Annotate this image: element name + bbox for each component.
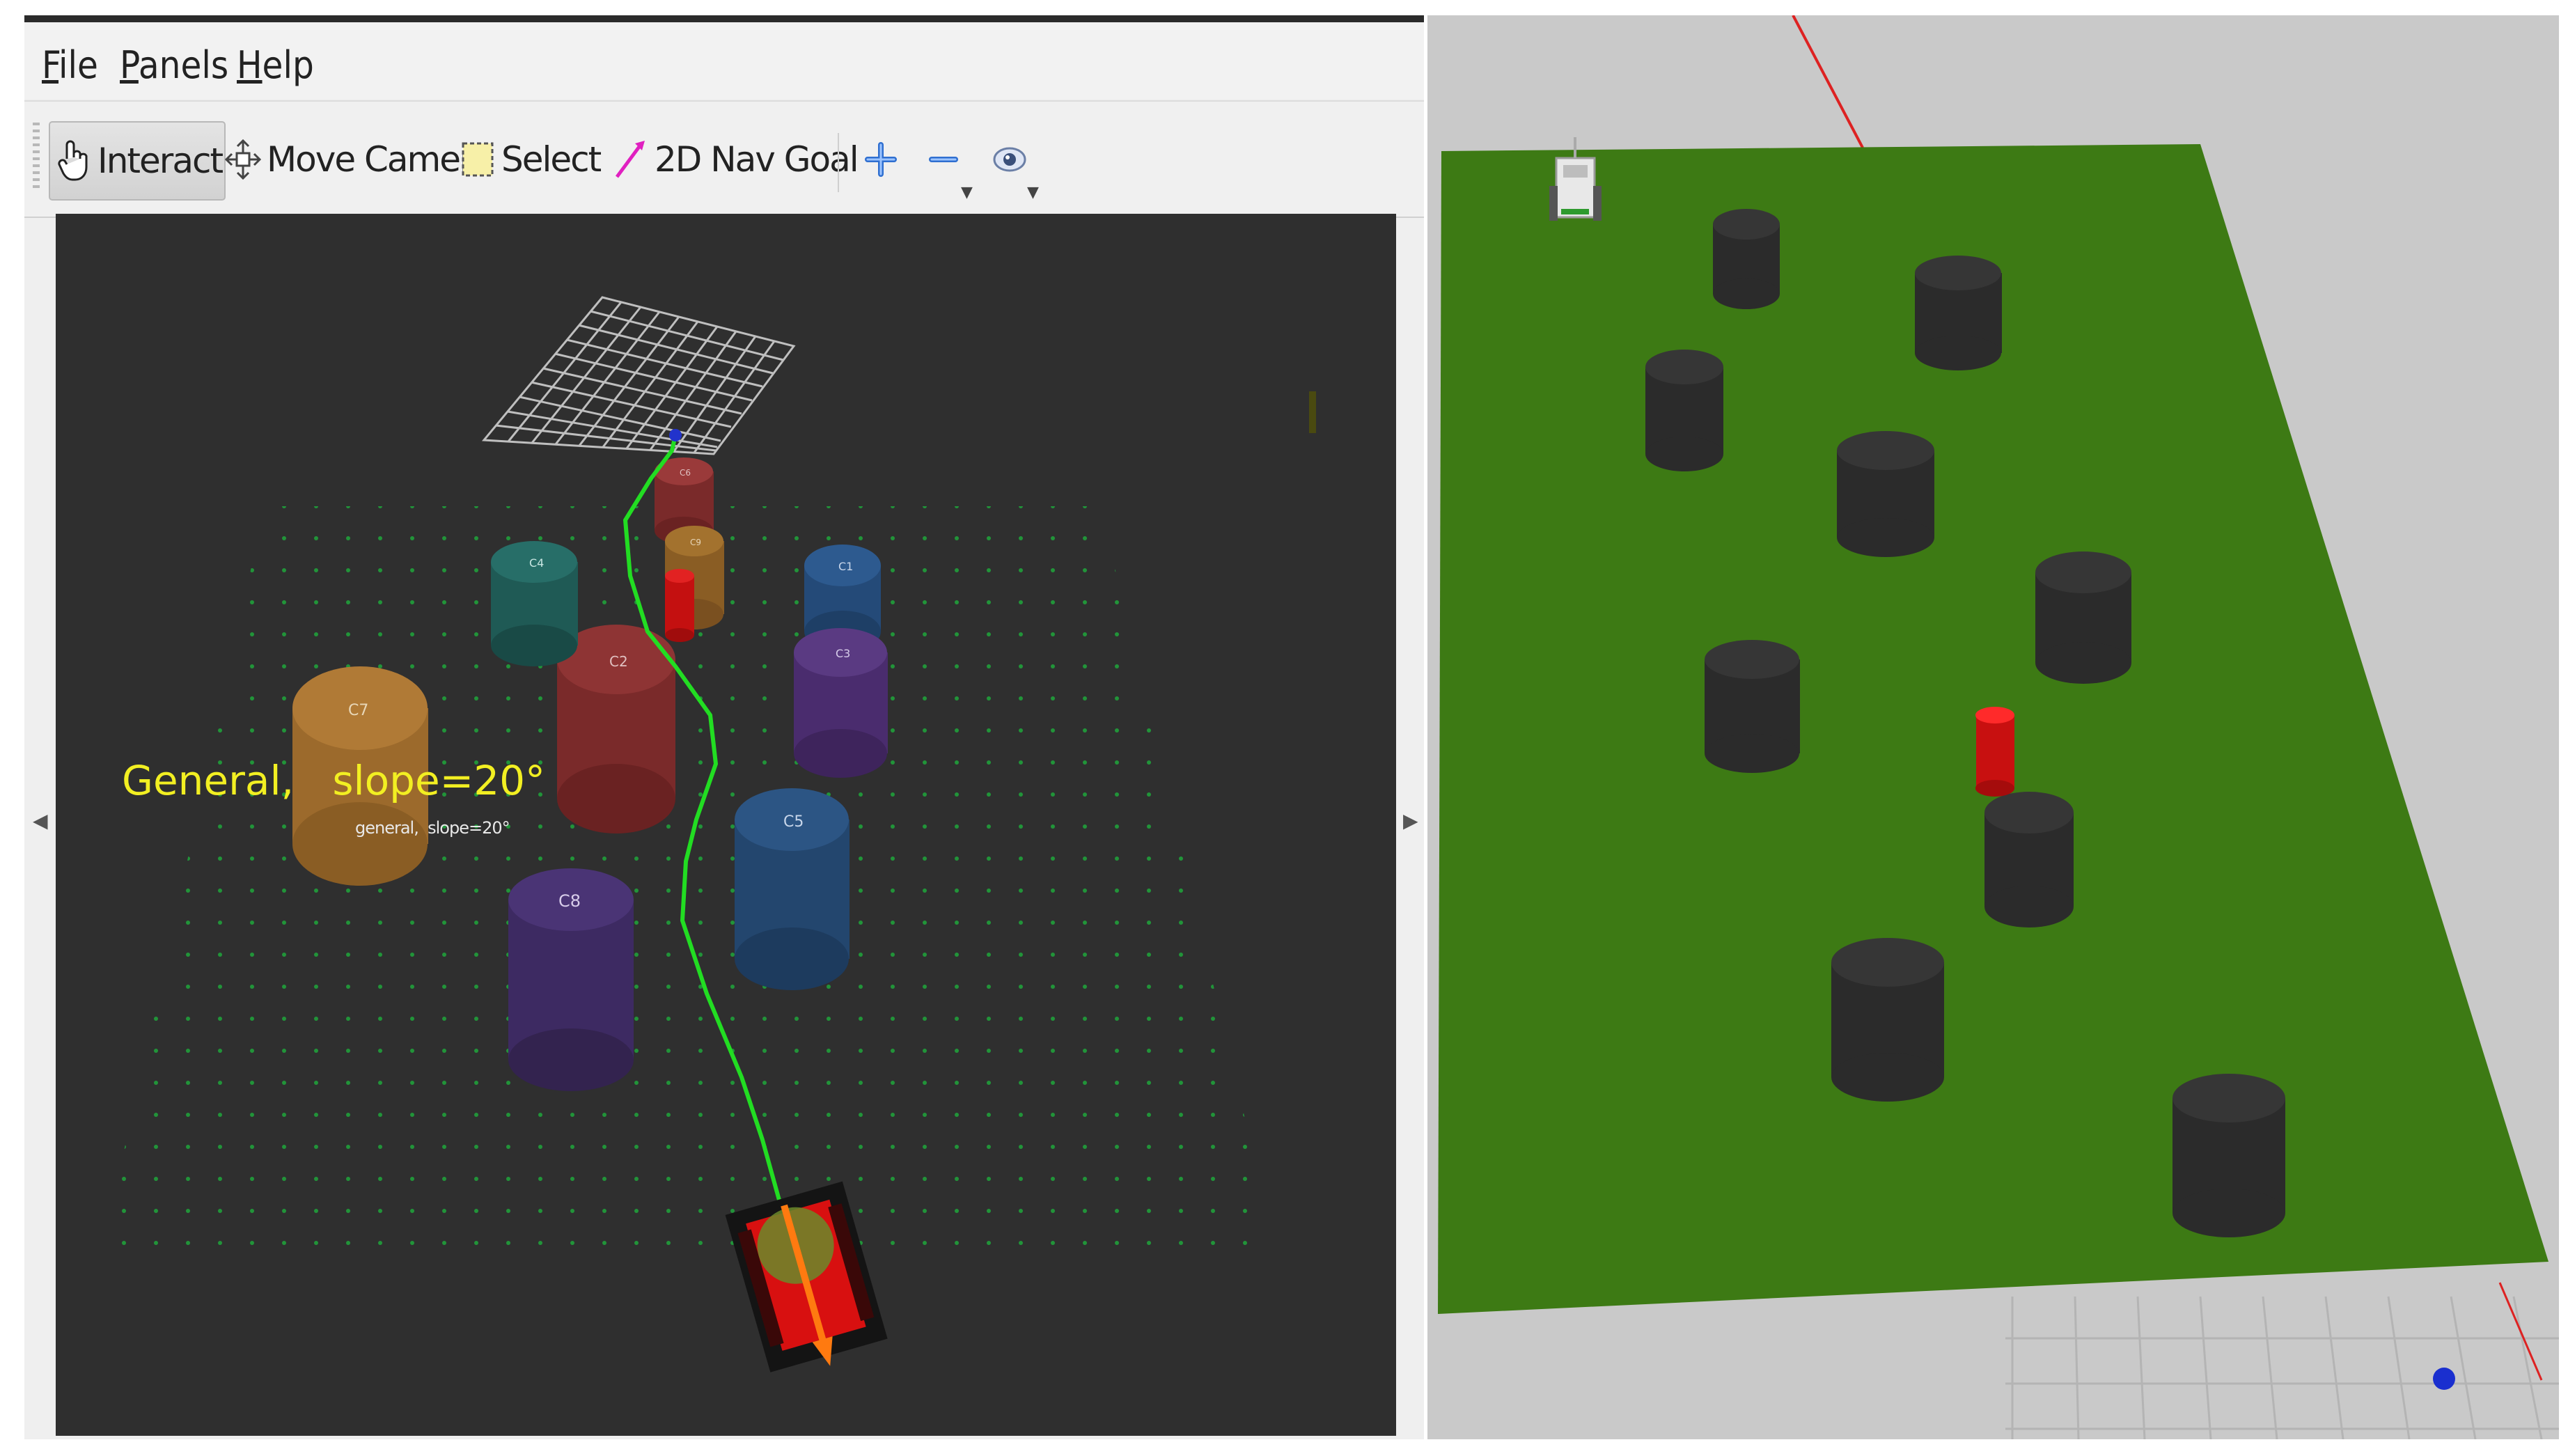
add-tool-button[interactable] bbox=[863, 121, 898, 198]
goal-cylinder bbox=[665, 569, 694, 642]
obstacle-label: C1 bbox=[838, 560, 853, 573]
obstacle-cylinder bbox=[1915, 256, 2002, 370]
minus-dropdown-arrow[interactable]: ▼ bbox=[961, 184, 973, 201]
obstacle-cylinder: C2 bbox=[557, 625, 675, 833]
obstacle-label: C7 bbox=[348, 702, 368, 719]
scenario-overlay-label: General, slope=20° bbox=[122, 757, 546, 804]
gazebo-scene bbox=[1438, 15, 2559, 1439]
obstacle-cylinder bbox=[2172, 1074, 2285, 1237]
obstacle-cylinder: C8 bbox=[508, 868, 634, 1091]
menu-help[interactable]: Help bbox=[237, 43, 314, 87]
minus-icon bbox=[929, 157, 958, 162]
obstacle-cylinder bbox=[1837, 431, 1934, 557]
move-camera-icon bbox=[225, 139, 261, 180]
obstacle-cylinder bbox=[1705, 640, 1800, 773]
tool-toolbar: Interact Move Camera Select 2D Nav Goal … bbox=[24, 100, 1424, 218]
collapse-left-panel-arrow[interactable]: ◀ bbox=[33, 809, 48, 832]
toolbar-separator bbox=[838, 133, 839, 192]
interact-tool-button[interactable]: Interact bbox=[49, 121, 226, 201]
obstacle-label: C4 bbox=[529, 556, 544, 570]
nav-goal-tool-button[interactable]: 2D Nav Goal bbox=[613, 121, 859, 198]
gazebo-3d-view[interactable] bbox=[1427, 15, 2559, 1439]
obstacle-label: C8 bbox=[558, 891, 581, 911]
select-tool-button[interactable]: Select bbox=[460, 121, 602, 198]
rviz-scene: C7 C2 C5 C8 C1 C3 C4 C6 C9 bbox=[97, 296, 1316, 1372]
rviz-3d-viewport[interactable]: C7 C2 C5 C8 C1 C3 C4 C6 C9 General, slop… bbox=[56, 214, 1396, 1436]
window-top-border bbox=[24, 15, 1424, 22]
menu-file[interactable]: File bbox=[42, 43, 98, 87]
toolbar-grip-handle[interactable] bbox=[33, 123, 40, 192]
goal-point bbox=[669, 429, 682, 441]
camera-type-button[interactable] bbox=[989, 121, 1031, 198]
camera-type-dropdown-arrow[interactable]: ▼ bbox=[1027, 184, 1039, 201]
obstacle-label: C6 bbox=[680, 468, 691, 478]
goal-cylinder bbox=[1975, 707, 2014, 797]
obstacle-cylinder bbox=[2035, 551, 2131, 684]
obstacle-cylinder bbox=[1984, 792, 2074, 927]
nav-goal-arrow-icon bbox=[615, 141, 645, 178]
obstacle-label: C2 bbox=[609, 653, 628, 670]
eye-camera-icon bbox=[993, 147, 1026, 172]
hand-pointer-icon bbox=[58, 140, 88, 181]
remove-tool-button[interactable] bbox=[926, 121, 961, 198]
move-camera-tool-button[interactable]: Move Camera bbox=[225, 121, 494, 198]
collapse-right-panel-arrow[interactable]: ▶ bbox=[1403, 809, 1418, 832]
obstacle-cylinder bbox=[1645, 350, 1723, 471]
select-box-icon bbox=[462, 142, 494, 177]
menu-panels[interactable]: Panels bbox=[120, 43, 228, 87]
blue-marker bbox=[2433, 1368, 2455, 1390]
menu-bar: File Panels Help bbox=[24, 22, 1424, 99]
axis-marker bbox=[1309, 391, 1316, 433]
scenario-small-label: general, slope=20° bbox=[355, 818, 510, 838]
obstacle-cylinder bbox=[1831, 938, 1944, 1102]
obstacle-cylinder: C5 bbox=[735, 788, 850, 990]
obstacle-label: C9 bbox=[690, 538, 701, 547]
map-grid bbox=[481, 296, 796, 455]
axis-line bbox=[1792, 15, 1864, 148]
plus-icon bbox=[865, 142, 897, 177]
obstacle-cylinder: C4 bbox=[491, 541, 578, 666]
axis-line bbox=[2498, 1282, 2543, 1381]
obstacle-label: C5 bbox=[783, 813, 804, 831]
floor-grid bbox=[2005, 1296, 2559, 1439]
obstacle-cylinder bbox=[1713, 209, 1780, 309]
obstacle-cylinder: C3 bbox=[794, 628, 888, 778]
obstacle-label: C3 bbox=[836, 647, 850, 660]
rviz-window: File Panels Help Interact Move Camera Se… bbox=[24, 15, 1424, 1439]
